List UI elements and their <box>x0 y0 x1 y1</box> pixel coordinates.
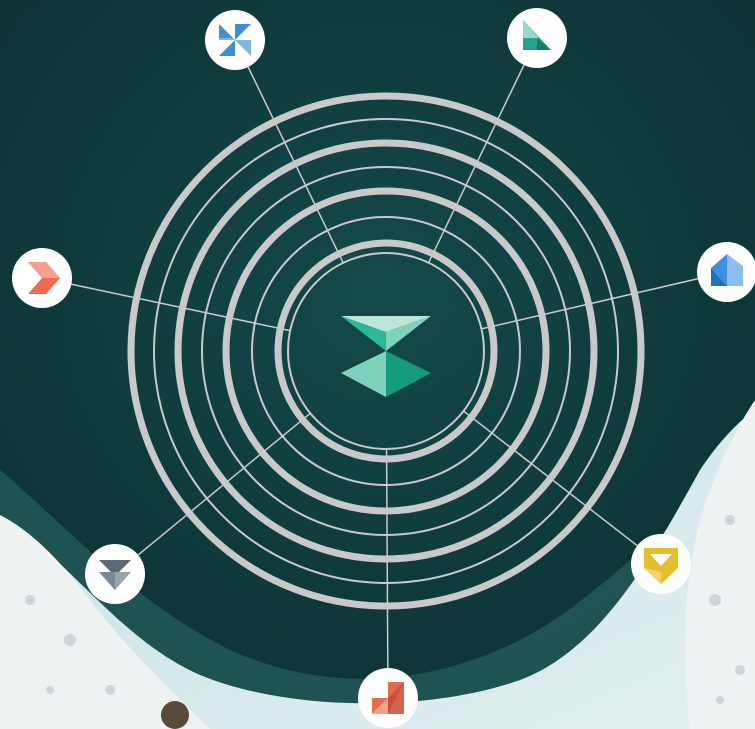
scene <box>0 0 755 729</box>
shrub <box>161 701 189 729</box>
